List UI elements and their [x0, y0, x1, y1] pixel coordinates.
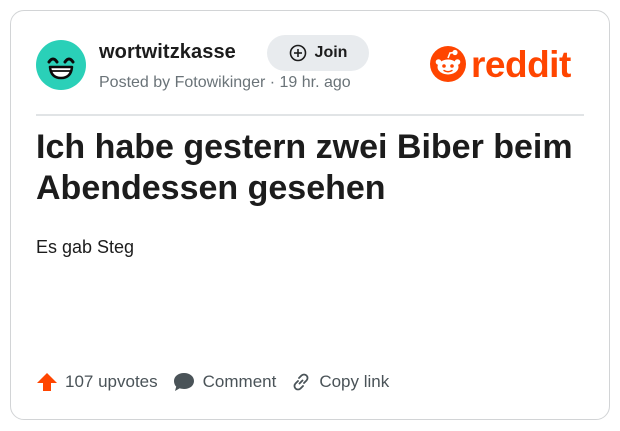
copy-link-label: Copy link [319, 372, 390, 391]
post-title[interactable]: Ich habe gestern zwei Biber beim Abendes… [36, 127, 596, 209]
reddit-wordmark: reddit [471, 43, 571, 85]
grinning-face-icon [47, 57, 75, 80]
comment-button[interactable]: Comment [172, 371, 277, 393]
post-card: wortwitzkasse Join Posted by Fotowikinge… [10, 10, 610, 420]
link-icon [293, 373, 309, 391]
upvote-button[interactable]: 107 upvotes [36, 371, 158, 393]
subreddit-avatar[interactable] [36, 40, 86, 90]
post-meta: Posted by Fotowikinger · 19 hr. ago [99, 74, 351, 91]
reddit-snoo-icon [430, 46, 466, 82]
upvote-count: 107 upvotes [65, 372, 158, 391]
post-actions: 107 upvotes Comment Copy link [36, 371, 389, 393]
join-button[interactable]: Join [267, 35, 369, 71]
subreddit-name[interactable]: wortwitzkasse [99, 41, 236, 64]
join-label: Join [314, 44, 348, 61]
speech-bubble-icon [173, 373, 194, 391]
upvote-arrow-icon [37, 373, 57, 391]
comment-label: Comment [202, 372, 277, 391]
plus-circle-icon [289, 44, 306, 62]
divider [36, 114, 584, 116]
copy-link-button[interactable]: Copy link [290, 371, 389, 393]
reddit-logo: reddit [429, 45, 571, 83]
post-body: Es gab Steg [36, 237, 135, 257]
